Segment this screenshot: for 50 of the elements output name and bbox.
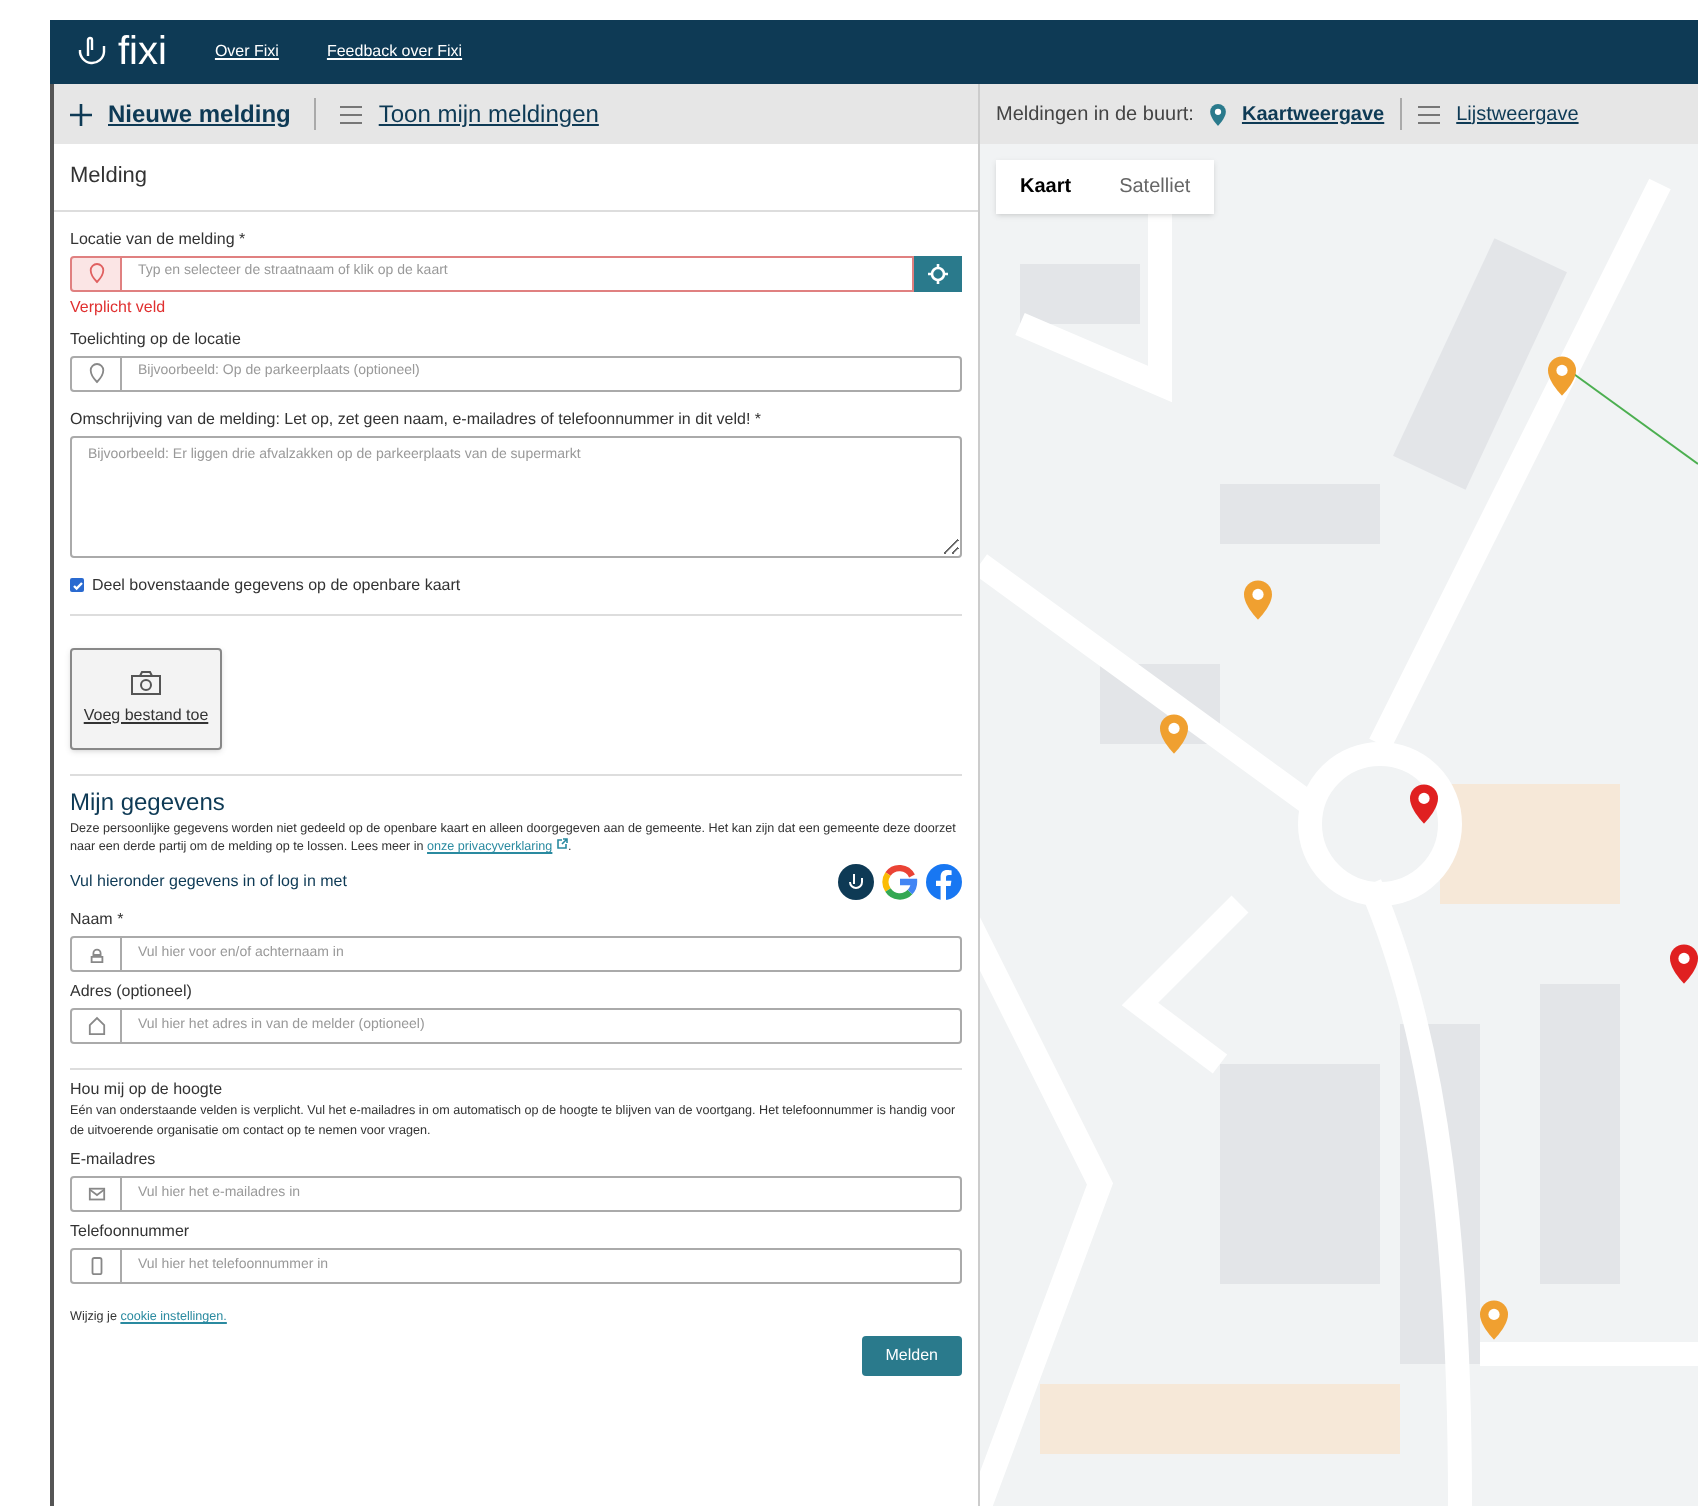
- google-login-icon[interactable]: [882, 864, 918, 901]
- field-label: Omschrijving van de melding: Let op, zet geen naam, e-mailadres of telefoonnummer in dit veld! *: [70, 407, 764, 431]
- nav-link[interactable]: Over Fixi: [214, 40, 279, 64]
- form-title: Melding: [54, 144, 978, 211]
- field-label: Locatie van de melding *: [70, 227, 248, 251]
- locate-button[interactable]: [914, 255, 962, 291]
- map-type-tab[interactable]: Satelliet: [1095, 160, 1215, 214]
- field-label: Telefoonnummer: [70, 1220, 192, 1245]
- app-logo[interactable]: fixi: [118, 32, 167, 72]
- map-marker-icon[interactable]: [1244, 580, 1272, 620]
- nav-link[interactable]: Feedback over Fixi: [326, 40, 463, 64]
- pin-icon: [87, 262, 105, 284]
- view-tab[interactable]: Kaartweergave: [1241, 99, 1385, 129]
- login-prompt: Vul hieronder gegevens in of log in met: [70, 870, 347, 895]
- home-icon: [87, 1015, 105, 1038]
- attach-file-button[interactable]: Voeg bestand toe: [70, 647, 222, 749]
- field-label: Adres (optioneel): [70, 980, 194, 1005]
- map-marker-icon[interactable]: [1670, 944, 1698, 984]
- section-heading: Hou mij op de hoogte: [70, 1078, 225, 1103]
- map-marker-icon[interactable]: [1410, 784, 1438, 824]
- checkbox-label: Deel bovenstaande gegevens op de openbare kaart: [92, 573, 461, 597]
- crosshair-icon: [928, 263, 948, 283]
- external-link-icon: [555, 837, 568, 850]
- pin-icon: [87, 362, 105, 384]
- field-label: Naam *: [70, 908, 126, 933]
- new-report-link[interactable]: Nieuwe melding: [108, 96, 291, 132]
- my-reports-link[interactable]: Toon mijn meldingen: [378, 96, 599, 132]
- map-type-tab[interactable]: Kaart: [996, 160, 1096, 214]
- mail-icon: [87, 1183, 105, 1206]
- map-marker-icon[interactable]: [1160, 714, 1188, 754]
- submit-button[interactable]: Melden: [861, 1335, 962, 1376]
- view-tab[interactable]: Lijstweergave: [1456, 99, 1579, 129]
- checkbox[interactable]: [70, 578, 84, 592]
- hand-icon: [74, 34, 110, 70]
- list-icon: [340, 105, 363, 123]
- list-icon: [1418, 105, 1441, 123]
- error-message: Verplicht veld: [70, 295, 168, 319]
- field-label: E-mailadres: [70, 1148, 158, 1173]
- map-marker-icon[interactable]: [1548, 356, 1576, 396]
- map-toolbar-label: Meldingen in de buurt:: [996, 101, 1194, 129]
- section-heading: Mijn gegevens: [70, 785, 227, 819]
- location-pin-icon: [1209, 103, 1226, 125]
- map-view[interactable]: Kaart Satelliet: [980, 144, 1698, 1506]
- phone-icon: [87, 1255, 105, 1278]
- plus-icon: [70, 103, 92, 125]
- camera-icon: [130, 669, 162, 695]
- fixi-login-icon[interactable]: [838, 864, 874, 901]
- field-label: Toelichting op de locatie: [70, 327, 243, 351]
- map-marker-icon[interactable]: [1480, 1300, 1508, 1340]
- facebook-login-icon[interactable]: [926, 864, 962, 901]
